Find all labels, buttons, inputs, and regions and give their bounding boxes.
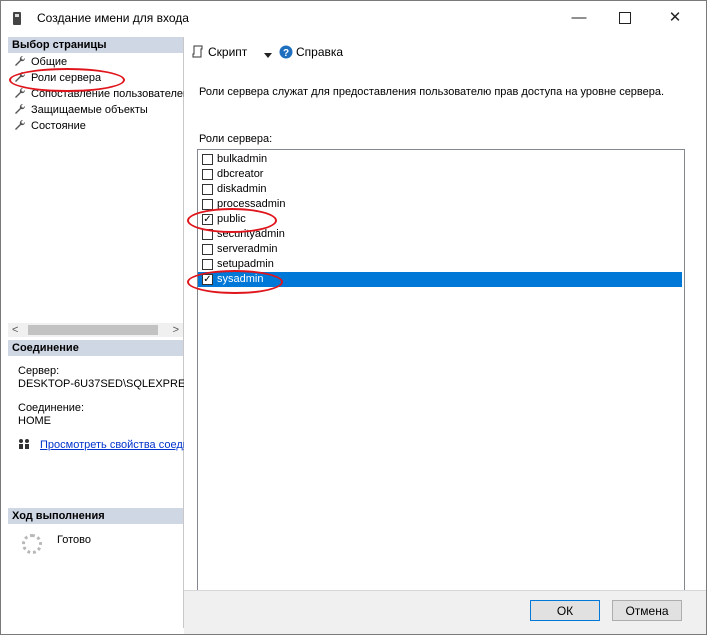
- connection-label: Соединение:: [18, 402, 85, 414]
- server-value: DESKTOP-6U37SED\SQLEXPRESS: [18, 378, 200, 390]
- server-label: Сервер:: [18, 365, 60, 377]
- script-dropdown-arrow-icon[interactable]: [264, 47, 272, 61]
- role-checkbox[interactable]: ✓: [202, 274, 213, 285]
- role-name: processadmin: [217, 198, 286, 210]
- role-row[interactable]: setupadmin: [198, 257, 682, 272]
- roles-header: Роли сервера:: [199, 133, 273, 145]
- role-checkbox[interactable]: [202, 244, 213, 255]
- role-row[interactable]: securityadmin: [198, 227, 682, 242]
- role-row[interactable]: bulkadmin: [198, 152, 682, 167]
- wrench-icon: [15, 55, 26, 66]
- scroll-thumb[interactable]: [28, 325, 158, 335]
- main-panel: Скрипт ? Справка Роли сервера служат для …: [184, 37, 706, 634]
- chevron-down-icon: [264, 53, 272, 58]
- minimize-button[interactable]: —: [556, 1, 602, 35]
- role-checkbox[interactable]: ✓: [202, 214, 213, 225]
- role-checkbox[interactable]: [202, 199, 213, 210]
- role-checkbox[interactable]: [202, 169, 213, 180]
- script-label: Скрипт: [208, 45, 248, 59]
- wrench-icon: [15, 87, 26, 98]
- title-bar: Создание имени для входа — ✕: [1, 1, 706, 35]
- connection-header: Соединение: [8, 340, 183, 356]
- role-name: sysadmin: [217, 273, 264, 285]
- nav-item-label: Роли сервера: [31, 72, 102, 84]
- progress-header: Ход выполнения: [8, 508, 183, 524]
- role-name: diskadmin: [217, 183, 267, 195]
- role-row[interactable]: processadmin: [198, 197, 682, 212]
- progress-spinner-icon: [22, 534, 42, 554]
- ok-button[interactable]: ОК: [530, 600, 600, 621]
- window-title: Создание имени для входа: [37, 11, 189, 25]
- roles-description: Роли сервера служат для предоставления п…: [199, 86, 665, 98]
- help-icon: ?: [279, 45, 293, 59]
- nav-item-server-roles[interactable]: Роли сервера: [14, 70, 101, 86]
- nav-item-status[interactable]: Состояние: [14, 118, 86, 134]
- role-checkbox[interactable]: [202, 154, 213, 165]
- cancel-button[interactable]: Отмена: [612, 600, 682, 621]
- button-bar: ОК Отмена: [184, 590, 706, 634]
- role-row[interactable]: serveradmin: [198, 242, 682, 257]
- wrench-icon: [15, 103, 26, 114]
- left-panel: Выбор страницы Общие Роли сервера Сопост…: [8, 37, 219, 628]
- scroll-right-button[interactable]: >: [173, 323, 179, 337]
- nav-item-label: Защищаемые объекты: [31, 104, 148, 116]
- role-name: bulkadmin: [217, 153, 268, 165]
- scroll-left-button[interactable]: <: [12, 323, 18, 337]
- app-icon: [13, 12, 21, 25]
- connection-value: HOME: [18, 415, 51, 427]
- role-row[interactable]: dbcreator: [198, 167, 682, 182]
- nav-item-user-mapping[interactable]: Сопоставление пользователей: [14, 86, 189, 102]
- nav-item-general[interactable]: Общие: [14, 54, 67, 70]
- nav-item-label: Общие: [31, 56, 68, 68]
- role-row[interactable]: diskadmin: [198, 182, 682, 197]
- horizontal-scrollbar[interactable]: < >: [8, 323, 183, 337]
- role-row[interactable]: ✓ public: [198, 212, 682, 227]
- wrench-icon: [15, 71, 26, 82]
- role-name: public: [217, 213, 246, 225]
- server-roles-list[interactable]: bulkadmin dbcreator diskadmin processadm…: [197, 149, 685, 594]
- role-name: serveradmin: [217, 243, 278, 255]
- role-checkbox[interactable]: [202, 259, 213, 270]
- script-icon: [192, 45, 203, 58]
- maximize-button[interactable]: [602, 1, 648, 35]
- role-name: setupadmin: [217, 258, 274, 270]
- wrench-icon: [15, 119, 26, 130]
- role-checkbox[interactable]: [202, 184, 213, 195]
- nav-item-securables[interactable]: Защищаемые объекты: [14, 102, 148, 118]
- role-name: securityadmin: [217, 228, 285, 240]
- maximize-icon: [619, 12, 631, 25]
- connection-properties-icon: [19, 439, 29, 449]
- help-label: Справка: [296, 45, 344, 59]
- page-select-header: Выбор страницы: [8, 37, 183, 53]
- help-button[interactable]: ? Справка: [279, 45, 343, 59]
- progress-status: Готово: [57, 534, 91, 546]
- nav-item-label: Состояние: [31, 120, 86, 132]
- svg-text:?: ?: [283, 48, 289, 59]
- script-button[interactable]: Скрипт: [192, 45, 247, 59]
- role-row[interactable]: ✓ sysadmin: [198, 272, 682, 287]
- toolbar: Скрипт ? Справка: [184, 37, 706, 67]
- role-name: dbcreator: [217, 168, 264, 180]
- role-checkbox[interactable]: [202, 229, 213, 240]
- dialog-window: Создание имени для входа — ✕ Выбор стран…: [0, 0, 707, 635]
- close-button[interactable]: ✕: [652, 1, 698, 35]
- nav-item-label: Сопоставление пользователей: [31, 88, 190, 100]
